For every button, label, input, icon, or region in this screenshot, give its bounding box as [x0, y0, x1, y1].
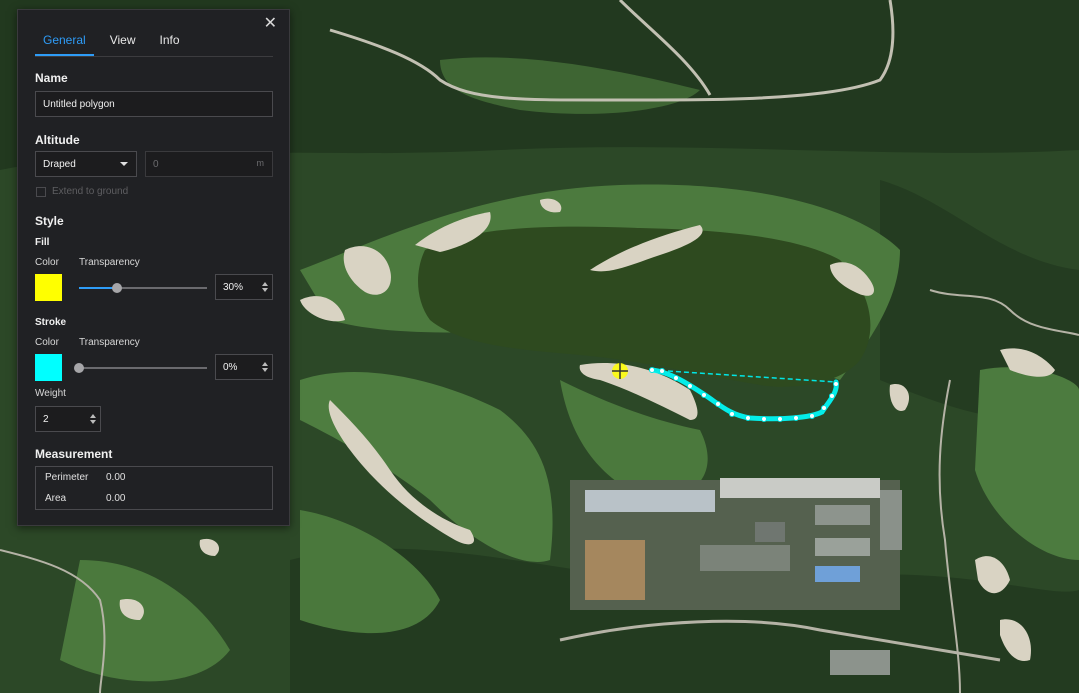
fill-transparency-thumb[interactable]: [112, 283, 123, 293]
spin-up-icon[interactable]: [262, 282, 268, 286]
altitude-value: 0: [153, 158, 159, 170]
tab-info[interactable]: Info: [152, 30, 188, 56]
fill-transparency-input[interactable]: 30%: [215, 274, 273, 300]
stroke-color-label: Color: [35, 337, 59, 348]
altitude-mode-value: Draped: [43, 158, 76, 170]
name-input[interactable]: Untitled polygon: [35, 91, 273, 117]
fill-color-swatch[interactable]: [35, 274, 62, 301]
polygon-properties-panel: ✕ General View Info Name Untitled polygo…: [17, 9, 290, 526]
extend-to-ground-checkbox: [36, 187, 46, 197]
fill-color-label: Color: [35, 257, 59, 268]
fill-transparency-label: Transparency: [79, 257, 140, 268]
chevron-down-icon: [120, 162, 128, 166]
stroke-transparency-value: 0%: [223, 361, 238, 373]
weight-input[interactable]: 2: [35, 406, 101, 432]
altitude-mode-select[interactable]: Draped: [35, 151, 137, 177]
name-heading: Name: [35, 71, 68, 85]
altitude-unit: m: [256, 158, 265, 168]
stroke-color-swatch[interactable]: [35, 354, 62, 381]
stroke-transparency-thumb[interactable]: [74, 363, 84, 373]
panel-tabs: General View Info: [35, 30, 273, 57]
spin-down-icon[interactable]: [90, 420, 96, 424]
area-value: 0.00: [106, 493, 126, 504]
draw-cursor-icon: [612, 363, 628, 379]
tab-general[interactable]: General: [35, 30, 94, 56]
fill-transparency-value: 30%: [223, 281, 244, 293]
weight-value: 2: [43, 413, 49, 425]
altitude-value-input: 0 m: [145, 151, 273, 177]
stroke-transparency-label: Transparency: [79, 337, 140, 348]
tab-view[interactable]: View: [102, 30, 144, 56]
fill-heading: Fill: [35, 237, 50, 248]
stroke-transparency-track[interactable]: [79, 367, 207, 369]
spin-up-icon[interactable]: [90, 414, 96, 418]
measurement-box: Perimeter 0.00 Area 0.00: [35, 466, 273, 510]
spin-down-icon[interactable]: [262, 288, 268, 292]
spin-up-icon[interactable]: [262, 362, 268, 366]
perimeter-value: 0.00: [106, 472, 126, 483]
spin-down-icon[interactable]: [262, 368, 268, 372]
stroke-heading: Stroke: [35, 317, 67, 328]
stroke-transparency-input[interactable]: 0%: [215, 354, 273, 380]
extend-to-ground-label: Extend to ground: [52, 186, 129, 197]
style-heading: Style: [35, 214, 64, 228]
area-label: Area: [45, 493, 67, 504]
perimeter-label: Perimeter: [45, 472, 89, 483]
measurement-heading: Measurement: [35, 447, 113, 461]
weight-label: Weight: [35, 388, 66, 399]
altitude-heading: Altitude: [35, 133, 80, 147]
